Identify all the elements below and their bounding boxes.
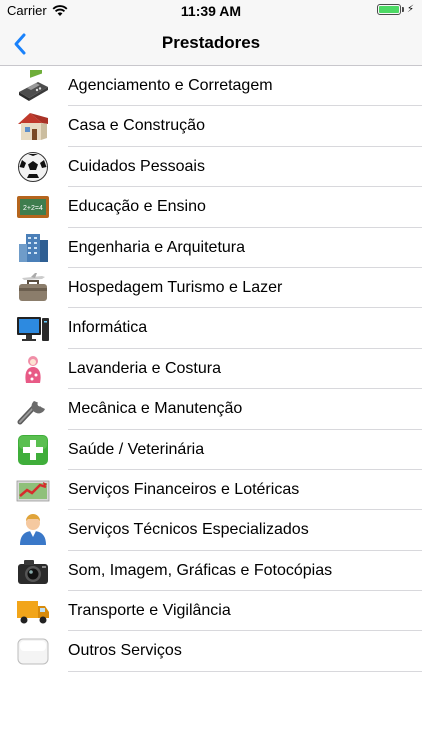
svg-text:2+2=4: 2+2=4 <box>23 205 43 212</box>
list-item-label: Transporte e Vigilância <box>68 602 231 620</box>
suitcase-plane-icon <box>19 272 47 301</box>
list-item-label: Cuidados Pessoais <box>68 157 205 175</box>
list-item-label: Serviços Financeiros e Lotéricas <box>68 480 300 498</box>
list-item-agenciamento[interactable]: Agenciamento e Corretagem <box>0 66 422 107</box>
list-item-label: Agenciamento e Corretagem <box>68 77 273 94</box>
list-item-informatica[interactable]: Informática <box>0 308 422 349</box>
list-item-hospedagem[interactable]: Hospedagem Turismo e Lazer <box>0 268 422 309</box>
list-item-label: Engenharia e Arquitetura <box>68 238 246 256</box>
card-machine-icon <box>19 70 48 101</box>
list-item-label: Educação e Ensino <box>68 198 206 216</box>
list-item-saude[interactable]: Saúde / Veterinária <box>0 430 422 470</box>
list-item-outros[interactable]: Outros Serviços <box>0 631 422 672</box>
camera-icon <box>18 559 48 584</box>
status-bar: Carrier 11:39 AM ⚡ <box>0 0 422 22</box>
chalkboard-icon: 2+2=4 <box>17 196 49 219</box>
person-icon <box>20 514 46 546</box>
list-item-label: Outros Serviços <box>68 642 182 660</box>
house-icon <box>18 113 48 141</box>
health-cross-icon <box>18 434 48 465</box>
doll-icon <box>25 355 41 383</box>
list-item-mecanica[interactable]: Mecânica e Manutenção <box>0 389 422 430</box>
blank-box-icon <box>17 638 49 665</box>
computer-icon <box>17 317 49 342</box>
soccer-ball-icon <box>18 151 48 182</box>
list-item-label: Mecânica e Manutenção <box>68 400 243 418</box>
battery-icon: ⚡ <box>376 4 414 15</box>
list-item-label: Saúde / Veterinária <box>68 440 205 458</box>
list-item-engenharia[interactable]: Engenharia e Arquitetura <box>0 228 422 268</box>
list-item-label: Serviços Técnicos Especializados <box>68 521 309 539</box>
row-divider <box>68 670 422 672</box>
list-item-financeiros[interactable]: Serviços Financeiros e Lotéricas <box>0 470 422 511</box>
list-item-cuidados[interactable]: Cuidados Pessoais <box>0 147 422 188</box>
page-title: Prestadores <box>161 33 261 52</box>
list-item-label: Hospedagem Turismo e Lazer <box>68 278 283 296</box>
finance-chart-icon <box>16 480 50 502</box>
building-icon <box>19 233 48 262</box>
list-item-label: Som, Imagem, Gráficas e Fotocópias <box>68 561 333 579</box>
list-item-educacao[interactable]: 2+2=4 Educação e Ensino <box>0 187 422 228</box>
list-item-label: Lavanderia e Costura <box>68 359 221 377</box>
list-item-label: Informática <box>68 319 148 337</box>
truck-icon <box>17 601 49 624</box>
list-item-transporte[interactable]: Transporte e Vigilância <box>0 591 422 632</box>
list-item-casa[interactable]: Casa e Construção <box>0 106 422 147</box>
list-item-som-imagem[interactable]: Som, Imagem, Gráficas e Fotocópias <box>0 551 422 592</box>
charging-bolt-icon: ⚡ <box>406 4 414 15</box>
list-item-tecnicos[interactable]: Serviços Técnicos Especializados <box>0 510 422 551</box>
list-item-label: Casa e Construção <box>68 117 205 135</box>
navigation-bar: Prestadores <box>0 22 422 66</box>
status-time: 11:39 AM <box>180 3 242 19</box>
category-list: Agenciamento e Corretagem Casa e Constru… <box>0 66 422 672</box>
wrench-icon <box>17 401 45 425</box>
list-item-lavanderia[interactable]: Lavanderia e Costura <box>0 349 422 390</box>
